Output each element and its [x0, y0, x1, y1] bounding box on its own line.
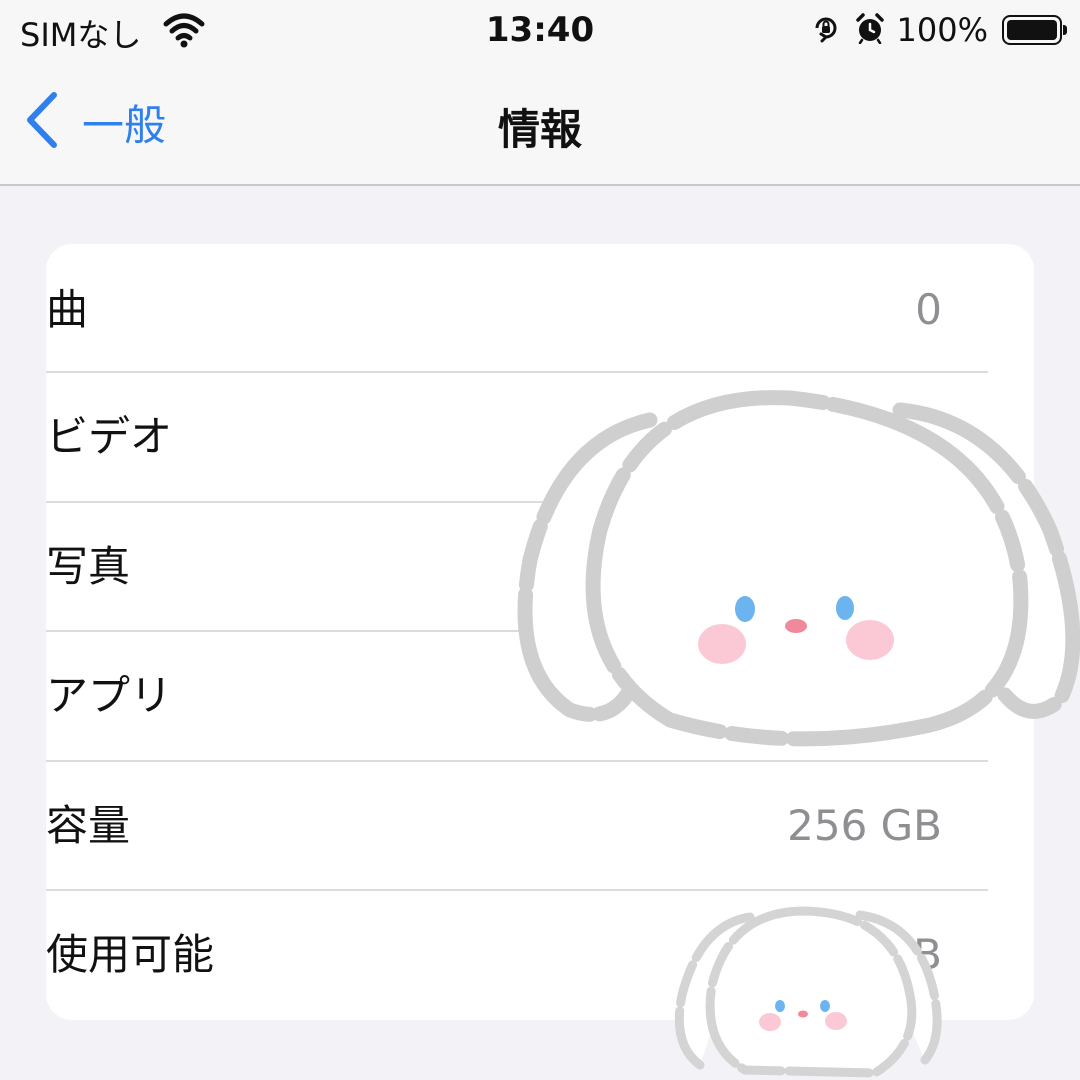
row-label: 曲: [46, 285, 89, 334]
status-bar: SIMなし 13:40 100%: [0, 0, 1080, 62]
row-label: 使用可能: [46, 930, 215, 979]
page-title: 情報: [497, 105, 582, 154]
list-row-capacity: 容量 256 GB: [46, 762, 988, 890]
row-label: ビデオ: [46, 412, 173, 461]
bunny-sticker-small: [674, 906, 942, 1078]
row-value: 256 GB: [787, 801, 942, 850]
battery-icon: [1002, 15, 1067, 45]
status-indicators: 100%: [811, 10, 1067, 50]
orientation-lock-icon: [811, 13, 841, 47]
row-label: 写真: [46, 542, 131, 591]
row-value: 0: [915, 285, 942, 334]
row-label: アプリ: [46, 671, 173, 720]
battery-percent: 100%: [896, 11, 988, 49]
row-label: 容量: [46, 801, 131, 850]
settings-about-screen: SIMなし 13:40 100% 一般 情報 曲 0 ビデオ 写真 アプリ 容量…: [0, 0, 1080, 1080]
navigation-bar: 一般 情報: [0, 62, 1080, 186]
alarm-icon: [855, 12, 885, 48]
bunny-sticker: [517, 390, 1080, 747]
list-row-songs: 曲 0: [46, 246, 988, 374]
